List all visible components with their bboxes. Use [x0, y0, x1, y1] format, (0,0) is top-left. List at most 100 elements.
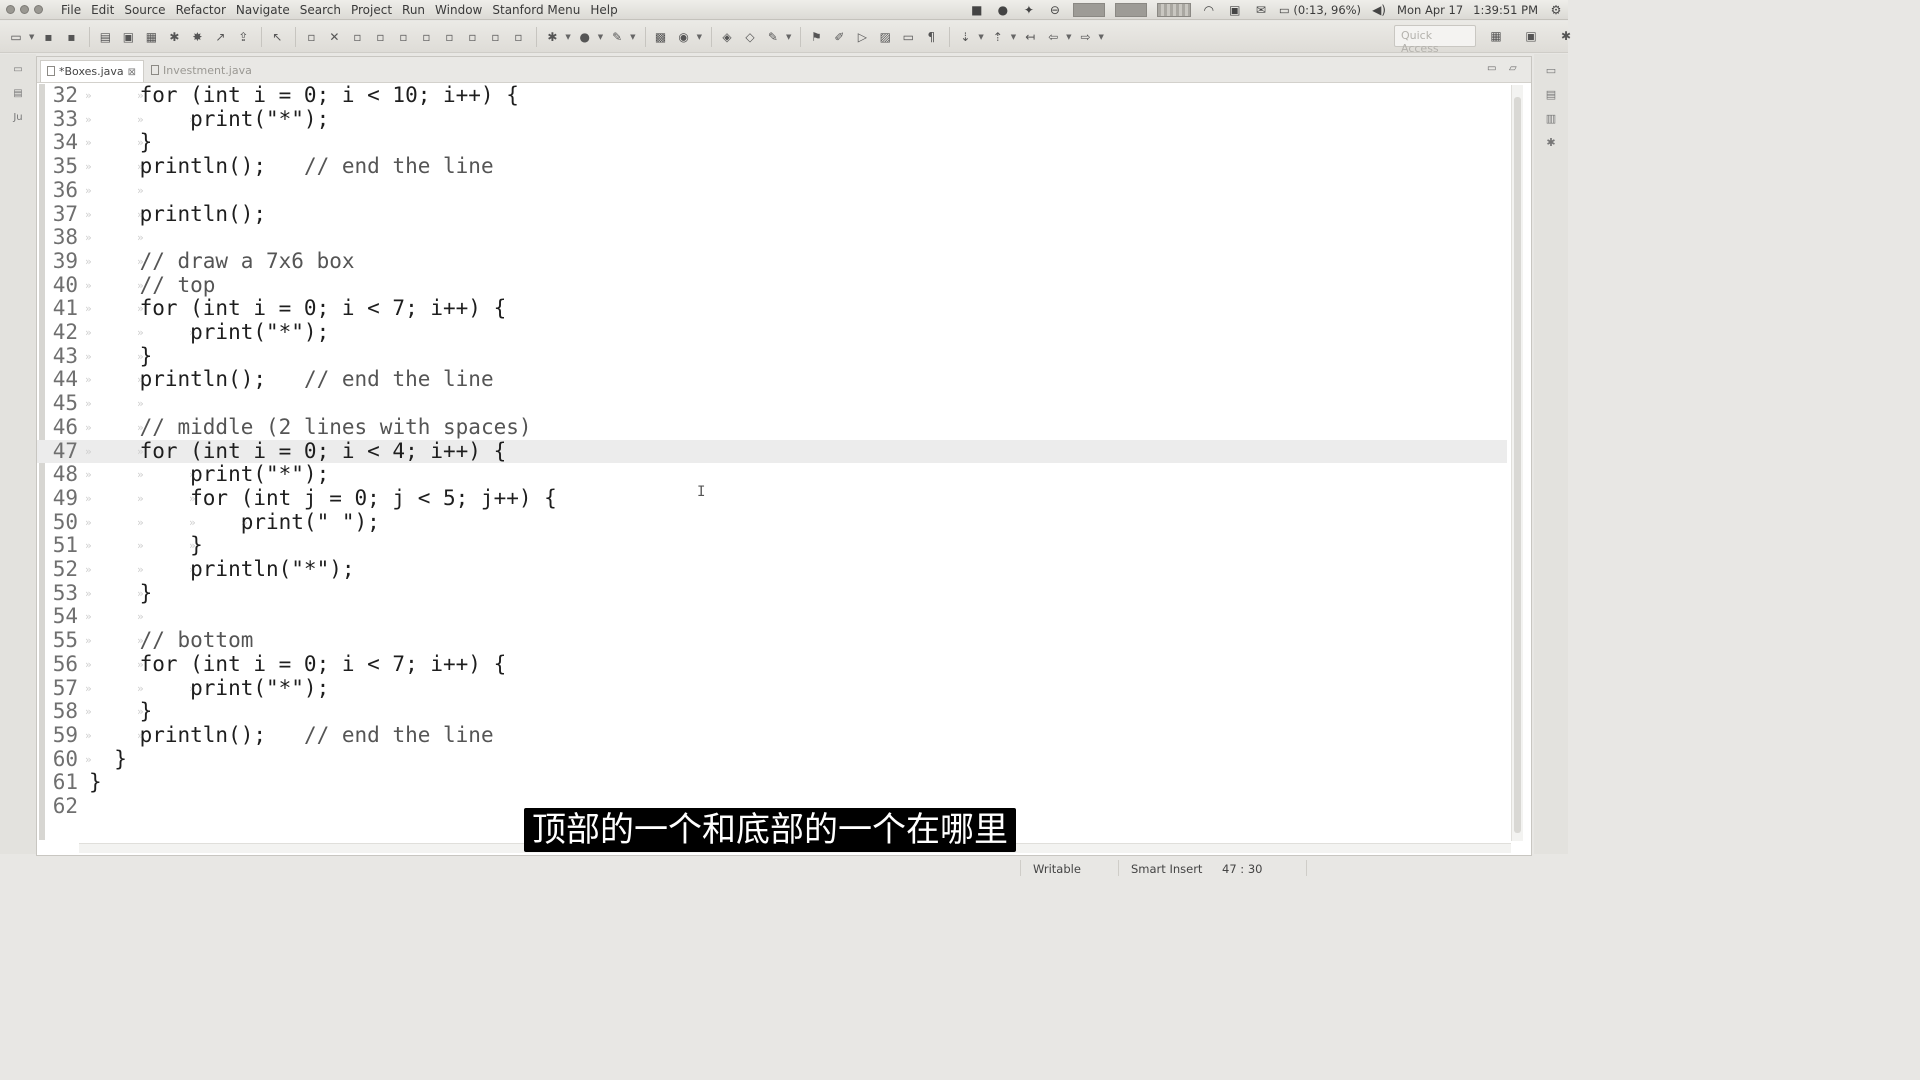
- code-line[interactable]: 38 » »: [37, 225, 1507, 250]
- menu-stanford[interactable]: Stanford Menu: [487, 3, 585, 17]
- restore-icon[interactable]: ▭: [1544, 64, 1558, 78]
- code-line[interactable]: 36 » »: [37, 178, 1507, 203]
- run-icon[interactable]: ●: [575, 27, 595, 47]
- time-label[interactable]: 1:39:51 PM: [1473, 3, 1538, 17]
- code-line[interactable]: 51»»» }: [37, 533, 1507, 558]
- search-dropdown-icon[interactable]: ▼: [786, 33, 791, 41]
- upload-icon[interactable]: ⇪: [233, 27, 253, 47]
- no-entry-icon[interactable]: ⊖: [1047, 3, 1063, 17]
- terminate-icon[interactable]: ▫: [393, 27, 413, 47]
- code-line[interactable]: 41»» for (int i = 0; i < 7; i++) {: [37, 296, 1507, 321]
- new-class-icon[interactable]: ◉: [674, 27, 694, 47]
- show-whitespace-icon[interactable]: ▭: [898, 27, 918, 47]
- volume-icon[interactable]: ◀): [1371, 3, 1387, 17]
- maximize-window-button[interactable]: [34, 5, 43, 14]
- resume-icon[interactable]: ▫: [347, 27, 367, 47]
- code-line[interactable]: 32»» for (int i = 0; i < 10; i++) {: [37, 84, 1507, 108]
- tasks-icon[interactable]: ✱: [1544, 136, 1558, 150]
- battery-indicator[interactable]: ▭ (0:13, 96%): [1279, 3, 1361, 17]
- forward-dropdown-icon[interactable]: ▼: [1099, 33, 1104, 41]
- code-line[interactable]: 50»»»» print(" ");: [37, 510, 1507, 535]
- menu-run[interactable]: Run: [397, 3, 430, 17]
- suspend-icon[interactable]: ▫: [370, 27, 390, 47]
- code-line[interactable]: 59»» println(); // end the line: [37, 723, 1507, 748]
- console-icon[interactable]: ▤: [1544, 88, 1558, 102]
- code-line[interactable]: 55»» // bottom: [37, 628, 1507, 653]
- back-dropdown-icon[interactable]: ▼: [1066, 33, 1071, 41]
- code-line[interactable]: 60» }: [37, 747, 1507, 772]
- new-icon[interactable]: ▭: [6, 27, 26, 47]
- menu-help[interactable]: Help: [585, 3, 622, 17]
- code-line[interactable]: 58»» }: [37, 699, 1507, 724]
- save-icon[interactable]: ▪: [38, 27, 58, 47]
- block-selection-icon[interactable]: ▷: [852, 27, 872, 47]
- code-line[interactable]: 48»»» print("*");: [37, 462, 1507, 487]
- new-class-dropdown-icon[interactable]: ▼: [697, 33, 702, 41]
- code-line[interactable]: 57»»» print("*");: [37, 676, 1507, 701]
- java-perspective-icon[interactable]: ▣: [1521, 26, 1541, 46]
- debug-dropdown-icon[interactable]: ▼: [565, 33, 570, 41]
- search-icon[interactable]: ✎: [763, 27, 783, 47]
- use-step-filters-icon[interactable]: ▫: [508, 27, 528, 47]
- code-editor[interactable]: 32»» for (int i = 0; i < 10; i++) {33»»»…: [37, 84, 1517, 840]
- maximize-editor-icon[interactable]: ▱: [1509, 63, 1517, 74]
- code-line[interactable]: 33»»» print("*");: [37, 107, 1507, 132]
- print-icon[interactable]: ▤: [95, 27, 115, 47]
- vertical-scrollbar[interactable]: [1511, 85, 1523, 841]
- app-indicator-icon[interactable]: ▣: [1227, 3, 1243, 17]
- camera-icon[interactable]: ■: [969, 3, 985, 17]
- pointer-icon[interactable]: ↖: [267, 27, 287, 47]
- network-monitor-icon[interactable]: [1156, 3, 1191, 17]
- menu-file[interactable]: File: [56, 3, 86, 17]
- code-line[interactable]: 40»» // top: [37, 273, 1507, 298]
- run-dropdown-icon[interactable]: ▼: [598, 33, 603, 41]
- menu-source[interactable]: Source: [119, 3, 170, 17]
- mail-icon[interactable]: ✉: [1253, 3, 1269, 17]
- wifi-icon[interactable]: ◠: [1201, 3, 1217, 17]
- previous-annotation-dropdown-icon[interactable]: ▼: [1011, 33, 1016, 41]
- outline-icon[interactable]: ▥: [1544, 112, 1558, 126]
- toggle-mark-icon[interactable]: ▫: [301, 27, 321, 47]
- previous-annotation-icon[interactable]: ⇡: [988, 27, 1008, 47]
- package-explorer-icon[interactable]: ▤: [11, 88, 25, 102]
- menu-refactor[interactable]: Refactor: [171, 3, 231, 17]
- forward-icon[interactable]: ⇨: [1076, 27, 1096, 47]
- skip-breakpoints-icon[interactable]: ✕: [324, 27, 344, 47]
- code-line[interactable]: 46»» // middle (2 lines with spaces): [37, 415, 1507, 440]
- open-task-icon[interactable]: ◇: [740, 27, 760, 47]
- new-dropdown-icon[interactable]: ▼: [29, 33, 34, 41]
- tab-investment-java[interactable]: Investment.java: [145, 60, 255, 82]
- code-line[interactable]: 43»» }: [37, 344, 1507, 369]
- menu-project[interactable]: Project: [346, 3, 397, 17]
- code-line[interactable]: 47»» for (int i = 0; i < 4; i++) {: [37, 439, 1507, 464]
- close-tab-icon[interactable]: ⊠: [128, 67, 136, 78]
- junit-icon[interactable]: Ju: [11, 112, 25, 126]
- next-annotation-dropdown-icon[interactable]: ▼: [978, 33, 983, 41]
- sync-icon[interactable]: ●: [995, 3, 1011, 17]
- step-into-icon[interactable]: ▫: [416, 27, 436, 47]
- external-tools-icon[interactable]: ✎: [607, 27, 627, 47]
- code-line[interactable]: 45 » »: [37, 391, 1507, 416]
- settings-gear-icon[interactable]: ⚙: [1548, 3, 1564, 17]
- back-icon[interactable]: ⇦: [1043, 27, 1063, 47]
- code-line[interactable]: 39»» // draw a 7x6 box: [37, 249, 1507, 274]
- cpu-monitor-icon[interactable]: [1072, 3, 1105, 17]
- dropbox-icon[interactable]: ✦: [1021, 3, 1037, 17]
- code-line[interactable]: 35»» println(); // end the line: [37, 154, 1507, 179]
- run-stanford-icon[interactable]: ↗: [210, 27, 230, 47]
- bug-icon[interactable]: ✸: [187, 27, 207, 47]
- last-edit-icon[interactable]: ↤: [1020, 27, 1040, 47]
- code-line[interactable]: 53»» }: [37, 581, 1507, 606]
- build-icon[interactable]: ▣: [118, 27, 138, 47]
- open-type-icon[interactable]: ◈: [717, 27, 737, 47]
- quick-access-input[interactable]: Quick Access: [1394, 25, 1476, 55]
- code-line[interactable]: 56»» for (int i = 0; i < 7; i++) {: [37, 652, 1507, 677]
- karel-icon[interactable]: ▦: [141, 27, 161, 47]
- code-line[interactable]: 52»»» println("*");: [37, 557, 1507, 582]
- code-line[interactable]: 37»» println();: [37, 202, 1507, 227]
- scrollbar-thumb[interactable]: [1514, 97, 1521, 833]
- open-perspective-icon[interactable]: ▦: [1486, 26, 1506, 46]
- date-label[interactable]: Mon Apr 17: [1397, 3, 1463, 17]
- code-line[interactable]: 54 » »: [37, 605, 1507, 629]
- new-java-project-icon[interactable]: ▩: [651, 27, 671, 47]
